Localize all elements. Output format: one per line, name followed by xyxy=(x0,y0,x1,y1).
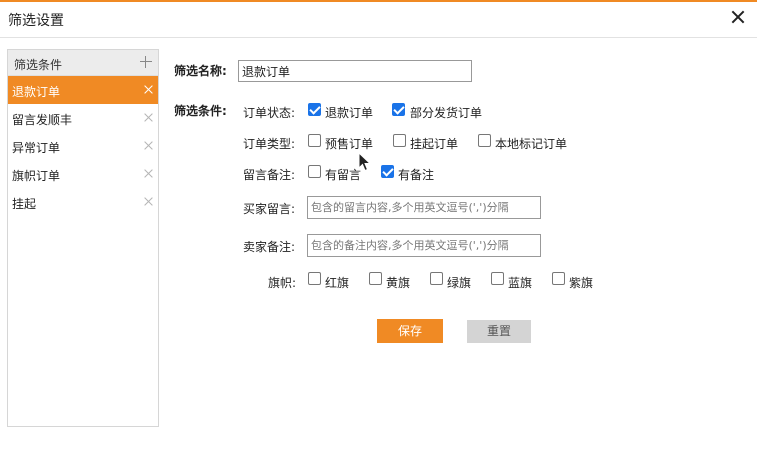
delete-close-icon[interactable] xyxy=(144,84,154,94)
sidebar-item-abnormal-orders[interactable]: 异常订单 xyxy=(8,132,158,160)
checkbox-label: 红旗 xyxy=(325,276,350,290)
seller-memo-input[interactable] xyxy=(307,234,541,257)
checkbox-refund-order[interactable] xyxy=(308,103,321,116)
checkbox-suspended-order[interactable] xyxy=(393,134,406,147)
delete-close-icon[interactable] xyxy=(144,196,154,206)
save-button[interactable]: 保存 xyxy=(377,319,443,343)
checkbox-label: 有备注 xyxy=(398,168,435,182)
checkbox-label: 蓝旗 xyxy=(508,276,533,290)
filter-name-input[interactable] xyxy=(238,60,472,82)
sidebar-header: 筛选条件 xyxy=(8,50,158,76)
checkbox-has-message[interactable] xyxy=(308,165,321,178)
filter-list-sidebar: 筛选条件 退款订单 留言发顺丰 异常订单 旗帜订单 挂起 xyxy=(7,49,159,427)
dialog-title: 筛选设置 xyxy=(8,13,64,29)
filter-name-label: 筛选名称: xyxy=(174,64,227,78)
checkbox-label: 黄旗 xyxy=(386,276,411,290)
reset-button[interactable]: 重置 xyxy=(467,320,531,343)
add-filter-plus-icon[interactable] xyxy=(140,56,152,68)
sidebar-item-label: 旗帜订单 xyxy=(12,169,61,183)
dialog-header: 筛选设置 xyxy=(0,2,757,38)
sidebar-header-label: 筛选条件 xyxy=(14,58,63,72)
checkbox-label: 紫旗 xyxy=(569,276,594,290)
checkbox-label: 预售订单 xyxy=(325,137,374,151)
sidebar-item-label: 退款订单 xyxy=(12,85,61,99)
sidebar-item-label: 异常订单 xyxy=(12,141,61,155)
sidebar-item-label: 留言发顺丰 xyxy=(12,113,73,127)
checkbox-label: 部分发货订单 xyxy=(410,106,483,120)
order-status-label: 订单状态: xyxy=(243,106,296,120)
delete-close-icon[interactable] xyxy=(144,112,154,122)
seller-memo-label: 卖家备注: xyxy=(243,240,296,254)
checkbox-local-marked-order[interactable] xyxy=(478,134,491,147)
checkbox-label: 有留言 xyxy=(325,168,362,182)
checkbox-blue-flag[interactable] xyxy=(491,272,504,285)
checkbox-presale-order[interactable] xyxy=(308,134,321,147)
checkbox-label: 本地标记订单 xyxy=(495,137,568,151)
delete-close-icon[interactable] xyxy=(144,140,154,150)
checkbox-partial-shipped[interactable] xyxy=(392,103,405,116)
checkbox-label: 退款订单 xyxy=(325,106,374,120)
filter-settings-dialog: 筛选设置 筛选条件 退款订单 留言发顺丰 异常订单 旗帜订单 挂起 筛选名称: xyxy=(0,0,757,473)
checkbox-red-flag[interactable] xyxy=(308,272,321,285)
order-type-label: 订单类型: xyxy=(243,137,296,151)
sidebar-item-refund-orders[interactable]: 退款订单 xyxy=(8,76,158,104)
checkbox-green-flag[interactable] xyxy=(430,272,443,285)
memo-label: 留言备注: xyxy=(243,168,296,182)
sidebar-item-suspended[interactable]: 挂起 xyxy=(8,188,158,216)
sidebar-item-message-sf[interactable]: 留言发顺丰 xyxy=(8,104,158,132)
sidebar-item-label: 挂起 xyxy=(12,197,37,211)
buyer-message-input[interactable] xyxy=(307,196,541,219)
checkbox-yellow-flag[interactable] xyxy=(369,272,382,285)
checkbox-label: 挂起订单 xyxy=(410,137,459,151)
checkbox-purple-flag[interactable] xyxy=(552,272,565,285)
checkbox-label: 绿旗 xyxy=(447,276,472,290)
flags-label: 旗帜: xyxy=(268,276,297,290)
sidebar-item-flag-orders[interactable]: 旗帜订单 xyxy=(8,160,158,188)
checkbox-has-memo[interactable] xyxy=(381,165,394,178)
delete-close-icon[interactable] xyxy=(144,168,154,178)
filter-conditions-label: 筛选条件: xyxy=(174,104,227,118)
close-icon[interactable] xyxy=(729,8,747,26)
mouse-cursor-icon xyxy=(358,152,372,172)
buyer-message-label: 买家留言: xyxy=(243,202,296,216)
